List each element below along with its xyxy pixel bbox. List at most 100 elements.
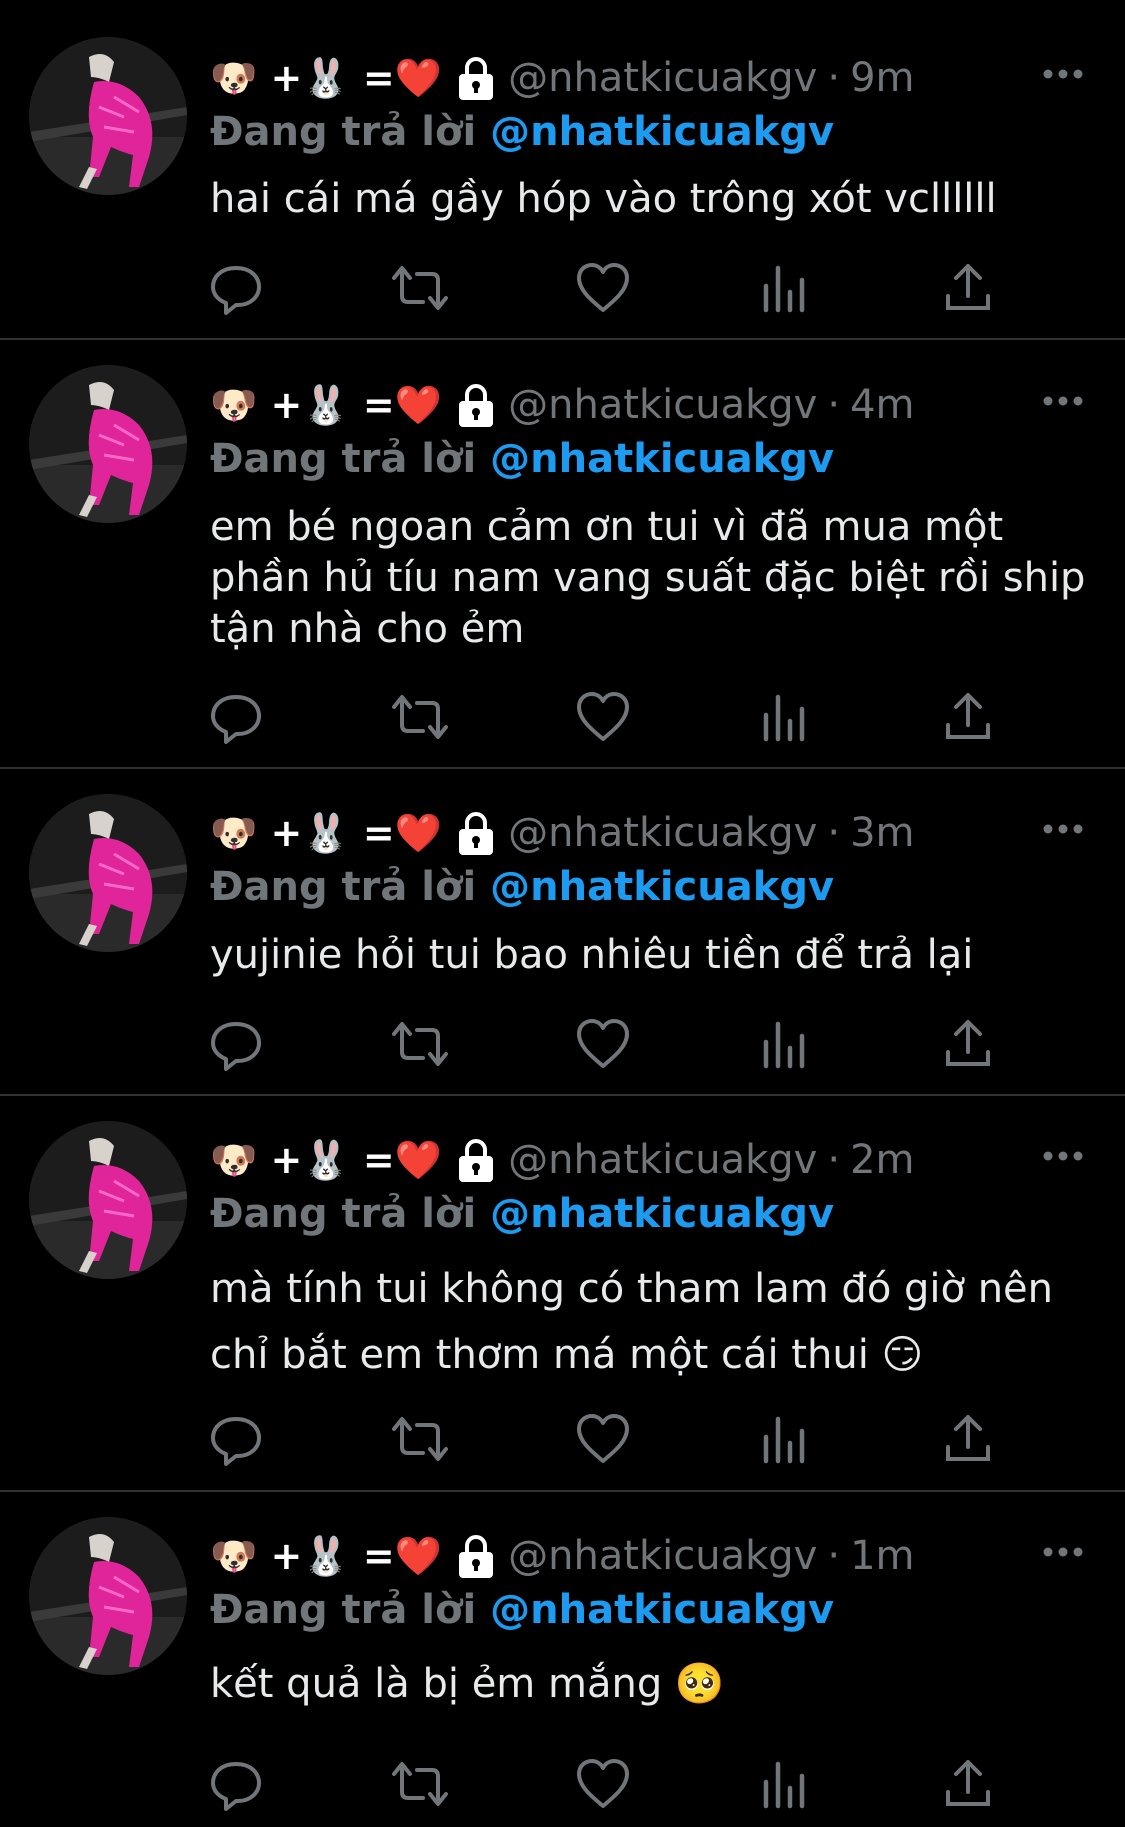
retweet-icon[interactable] [390, 258, 450, 318]
more-icon[interactable] [1040, 64, 1086, 84]
action-bar [0, 258, 1125, 318]
timestamp[interactable]: 4m [850, 380, 914, 430]
share-icon[interactable] [938, 1014, 998, 1074]
reply-icon[interactable] [206, 258, 266, 318]
replying-to-label: Đang trả lời [210, 109, 477, 155]
tweet-header: 🐶 +🐰 =❤️ @nhatkicuakgv · 3m [210, 808, 915, 858]
share-icon[interactable] [938, 1409, 998, 1469]
replying-to-handle[interactable]: @nhatkicuakgv [490, 864, 834, 910]
action-bar [0, 687, 1125, 747]
username[interactable]: @nhatkicuakgv [508, 380, 817, 430]
tweet-header: 🐶 +🐰 =❤️ @nhatkicuakgv · 1m [210, 1531, 915, 1581]
views-icon[interactable] [756, 1754, 816, 1814]
tweet-3[interactable]: 🐶 +🐰 =❤️ @nhatkicuakgv · 3m Đang trả lời… [0, 769, 1125, 1095]
tweet-header: 🐶 +🐰 =❤️ @nhatkicuakgv · 4m [210, 380, 915, 430]
views-icon[interactable] [756, 1409, 816, 1469]
timestamp[interactable]: 1m [850, 1531, 914, 1581]
views-icon[interactable] [756, 687, 816, 747]
tweet-text: mà tính tui không có tham lam đó giờ nên… [210, 1266, 1054, 1378]
heart-icon[interactable] [573, 687, 633, 747]
replying-to-handle[interactable]: @nhatkicuakgv [490, 1191, 834, 1237]
action-bar [0, 1754, 1125, 1814]
replying-to-label: Đang trả lời [210, 436, 477, 482]
action-bar [0, 1014, 1125, 1074]
timestamp[interactable]: 3m [850, 808, 914, 858]
separator-dot: · [827, 810, 841, 856]
reply-icon[interactable] [206, 687, 266, 747]
display-name[interactable]: 🐶 +🐰 =❤️ [210, 380, 442, 430]
reply-icon[interactable] [206, 1754, 266, 1814]
display-name[interactable]: 🐶 +🐰 =❤️ [210, 808, 442, 858]
replying-to: Đang trả lời @nhatkicuakgv [210, 1189, 834, 1239]
avatar-image [29, 1517, 187, 1675]
lock-icon [459, 384, 494, 427]
separator-dot: · [827, 1137, 841, 1183]
lock-icon [459, 812, 494, 855]
reply-icon[interactable] [206, 1409, 266, 1469]
replying-to-handle[interactable]: @nhatkicuakgv [490, 1587, 834, 1633]
tweet-header: 🐶 +🐰 =❤️ @nhatkicuakgv · 2m [210, 1135, 915, 1185]
heart-icon[interactable] [573, 258, 633, 318]
replying-to: Đang trả lời @nhatkicuakgv [210, 107, 834, 157]
tweet-5[interactable]: 🐶 +🐰 =❤️ @nhatkicuakgv · 1m Đang trả lời… [0, 1492, 1125, 1827]
avatar[interactable] [29, 1517, 187, 1675]
retweet-icon[interactable] [390, 1754, 450, 1814]
more-icon[interactable] [1040, 1542, 1086, 1562]
tweet-text: yujinie hỏi tui bao nhiêu tiền để trả lạ… [210, 932, 974, 978]
heart-icon[interactable] [573, 1409, 633, 1469]
separator-dot: · [827, 55, 841, 101]
avatar-image [29, 37, 187, 195]
display-name[interactable]: 🐶 +🐰 =❤️ [210, 1135, 442, 1185]
avatar-image [29, 794, 187, 952]
lock-icon [459, 1139, 494, 1182]
separator-dot: · [827, 382, 841, 428]
reply-icon[interactable] [206, 1014, 266, 1074]
replying-to: Đang trả lời @nhatkicuakgv [210, 1585, 834, 1635]
views-icon[interactable] [756, 258, 816, 318]
username[interactable]: @nhatkicuakgv [508, 53, 817, 103]
retweet-icon[interactable] [390, 687, 450, 747]
avatar[interactable] [29, 365, 187, 523]
replying-to: Đang trả lời @nhatkicuakgv [210, 862, 834, 912]
avatar[interactable] [29, 37, 187, 195]
more-icon[interactable] [1040, 391, 1086, 411]
tweet-2[interactable]: 🐶 +🐰 =❤️ @nhatkicuakgv · 4m Đang trả lời… [0, 340, 1125, 768]
share-icon[interactable] [938, 258, 998, 318]
tweet-text: hai cái má gầy hóp vào trông xót vclllll… [210, 176, 997, 222]
retweet-icon[interactable] [390, 1014, 450, 1074]
tweet-header: 🐶 +🐰 =❤️ @nhatkicuakgv · 9m [210, 53, 915, 103]
tweet-1[interactable]: 🐶 +🐰 =❤️ @nhatkicuakgv · 9m Đang trả lời… [0, 0, 1125, 338]
timestamp[interactable]: 9m [850, 53, 914, 103]
avatar-image [29, 365, 187, 523]
heart-icon[interactable] [573, 1754, 633, 1814]
heart-icon[interactable] [573, 1014, 633, 1074]
timestamp[interactable]: 2m [850, 1135, 914, 1185]
replying-to-label: Đang trả lời [210, 1191, 477, 1237]
more-icon[interactable] [1040, 819, 1086, 839]
avatar-image [29, 1121, 187, 1279]
replying-to-label: Đang trả lời [210, 864, 477, 910]
tweet-text: em bé ngoan cảm ơn tui vì đã mua một phầ… [210, 504, 1086, 652]
username[interactable]: @nhatkicuakgv [508, 1531, 817, 1581]
replying-to-handle[interactable]: @nhatkicuakgv [490, 436, 834, 482]
replying-to-label: Đang trả lời [210, 1587, 477, 1633]
display-name[interactable]: 🐶 +🐰 =❤️ [210, 1531, 442, 1581]
more-icon[interactable] [1040, 1146, 1086, 1166]
avatar[interactable] [29, 1121, 187, 1279]
lock-icon [459, 57, 494, 100]
replying-to: Đang trả lời @nhatkicuakgv [210, 434, 834, 484]
share-icon[interactable] [938, 1754, 998, 1814]
views-icon[interactable] [756, 1014, 816, 1074]
replying-to-handle[interactable]: @nhatkicuakgv [490, 109, 834, 155]
retweet-icon[interactable] [390, 1409, 450, 1469]
avatar[interactable] [29, 794, 187, 952]
username[interactable]: @nhatkicuakgv [508, 1135, 817, 1185]
action-bar [0, 1409, 1125, 1469]
tweet-4[interactable]: 🐶 +🐰 =❤️ @nhatkicuakgv · 2m Đang trả lời… [0, 1096, 1125, 1490]
lock-icon [459, 1535, 494, 1578]
display-name[interactable]: 🐶 +🐰 =❤️ [210, 53, 442, 103]
tweet-text: kết quả là bị ẻm mắng 🥺 [210, 1661, 725, 1707]
separator-dot: · [827, 1533, 841, 1579]
username[interactable]: @nhatkicuakgv [508, 808, 817, 858]
share-icon[interactable] [938, 687, 998, 747]
